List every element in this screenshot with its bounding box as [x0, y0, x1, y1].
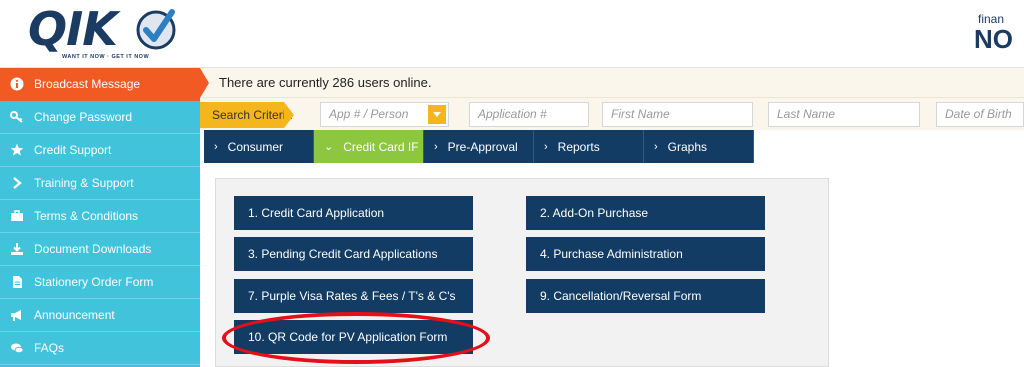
sidebar-item-label: Broadcast Message — [34, 77, 141, 91]
chevron-right-icon: › — [544, 140, 548, 153]
partner-logo: finan NO — [964, 12, 1024, 52]
tab-label: Graphs — [667, 139, 708, 154]
sidebar-item-stationery-order-form[interactable]: Stationery Order Form — [0, 266, 200, 299]
checkmark-icon — [136, 9, 176, 50]
credit-card-application-button[interactable]: 1. Credit Card Application — [234, 196, 473, 230]
chevron-right-icon: › — [434, 140, 438, 153]
sidebar-item-label: Terms & Conditions — [34, 209, 139, 223]
pending-applications-button[interactable]: 3. Pending Credit Card Applications — [234, 237, 473, 271]
sidebar-item-broadcast-message[interactable]: Broadcast Message — [0, 68, 200, 101]
broadcast-bar: There are currently 286 users online. — [200, 68, 1024, 98]
first-name-placeholder: First Name — [611, 107, 670, 121]
add-on-purchase-button[interactable]: 2. Add-On Purchase — [526, 196, 765, 230]
briefcase-icon — [0, 209, 34, 223]
tab-label: Pre-Approval — [447, 139, 518, 154]
qik-logo[interactable]: QIK WANT IT NOW · GET IT NOW — [28, 6, 178, 62]
highlight-ellipse — [222, 312, 490, 364]
tab-label: Reports — [557, 139, 600, 154]
logo-tagline: WANT IT NOW · GET IT NOW — [62, 54, 150, 60]
chevron-right-icon: › — [214, 140, 218, 153]
sidebar-item-credit-support[interactable]: Credit Support — [0, 134, 200, 167]
chevron-right-icon — [0, 176, 34, 190]
app-person-placeholder: App # / Person — [329, 107, 409, 121]
partner-logo-big: NO — [974, 24, 1013, 52]
search-criteria-pointer — [284, 102, 294, 128]
tab-pre-approval[interactable]: › Pre-Approval — [424, 130, 534, 163]
sidebar-item-announcement[interactable]: Announcement — [0, 299, 200, 332]
sidebar-item-label: FAQs — [34, 341, 65, 355]
logo-wordmark: QIK — [28, 2, 118, 56]
search-criteria-row: Search Criteria App # / Person Applicati… — [200, 98, 1024, 130]
sidebar-item-faqs[interactable]: FAQs — [0, 332, 200, 365]
dropdown-arrow-icon[interactable] — [428, 105, 446, 124]
date-of-birth-input[interactable]: Date of Birth — [936, 102, 1024, 127]
chevron-down-icon: ⌄ — [324, 141, 334, 153]
sidebar-item-label: Document Downloads — [34, 242, 152, 256]
broadcast-pointer — [200, 68, 209, 98]
megaphone-icon — [0, 308, 34, 322]
chat-icon — [0, 341, 34, 355]
header: QIK WANT IT NOW · GET IT NOW finan NO — [0, 0, 1024, 68]
application-number-placeholder: Application # — [478, 107, 547, 121]
sidebar-item-label: Training & Support — [34, 176, 134, 190]
sidebar-item-label: Announcement — [34, 308, 115, 322]
last-name-input[interactable]: Last Name — [768, 102, 920, 127]
app-person-select[interactable]: App # / Person — [320, 102, 449, 127]
sidebar-item-label: Change Password — [34, 110, 133, 124]
star-icon — [0, 143, 34, 157]
cancellation-reversal-button[interactable]: 9. Cancellation/Reversal Form — [526, 279, 765, 313]
last-name-placeholder: Last Name — [777, 107, 836, 121]
sidebar: Broadcast Message Change Password Credit… — [0, 68, 200, 367]
info-icon — [0, 77, 34, 91]
application-number-input[interactable]: Application # — [469, 102, 589, 127]
tab-label: Consumer — [227, 139, 284, 154]
document-icon — [0, 275, 34, 289]
page: QIK WANT IT NOW · GET IT NOW finan NO Br… — [0, 0, 1024, 367]
tab-bar: › Consumer ⌄ Credit Card IF › Pre-Approv… — [204, 130, 754, 163]
sidebar-item-change-password[interactable]: Change Password — [0, 101, 200, 134]
tab-consumer[interactable]: › Consumer — [204, 130, 314, 163]
purple-visa-rates-button[interactable]: 7. Purple Visa Rates & Fees / T's & C's — [234, 279, 473, 313]
download-icon — [0, 242, 34, 256]
sidebar-item-document-downloads[interactable]: Document Downloads — [0, 233, 200, 266]
broadcast-message: There are currently 286 users online. — [219, 75, 432, 90]
tab-graphs[interactable]: › Graphs — [644, 130, 754, 163]
date-of-birth-placeholder: Date of Birth — [945, 107, 1012, 121]
tab-reports[interactable]: › Reports — [534, 130, 644, 163]
sidebar-item-training-support[interactable]: Training & Support — [0, 167, 200, 200]
sidebar-item-label: Stationery Order Form — [34, 275, 154, 289]
first-name-input[interactable]: First Name — [602, 102, 753, 127]
sidebar-item-label: Credit Support — [34, 143, 112, 157]
purchase-administration-button[interactable]: 4. Purchase Administration — [526, 237, 765, 271]
tab-label: Credit Card IF — [343, 139, 419, 154]
chevron-right-icon: › — [654, 140, 658, 153]
key-icon — [0, 110, 34, 124]
search-criteria-label: Search Criteria — [200, 102, 292, 128]
tab-credit-card-if[interactable]: ⌄ Credit Card IF — [314, 130, 424, 163]
sidebar-item-terms-conditions[interactable]: Terms & Conditions — [0, 200, 200, 233]
